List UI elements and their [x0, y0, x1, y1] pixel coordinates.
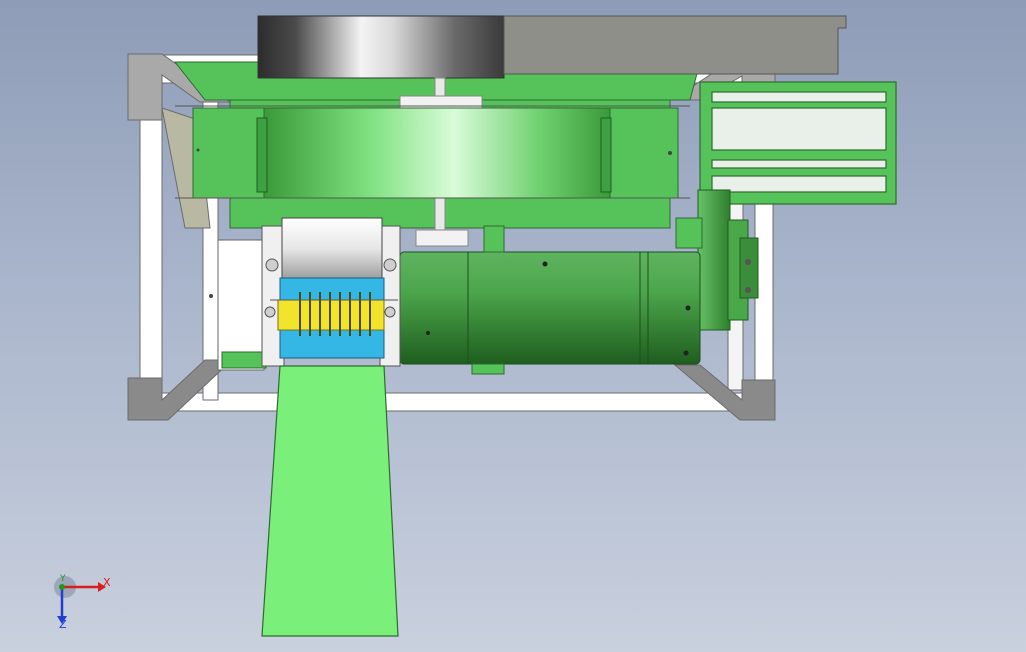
motor-flange[interactable] [697, 189, 759, 331]
y-axis-label: Y [60, 574, 66, 584]
motor-foot [471, 363, 505, 375]
motor-mount-right [675, 217, 703, 249]
belt-guard[interactable] [503, 15, 847, 75]
cutter-assembly[interactable] [261, 217, 401, 367]
shaft-collar-bottom [415, 229, 469, 247]
bearing-block-foot [221, 351, 267, 369]
frame-bottom-rail [159, 392, 771, 412]
z-axis-label: Z [59, 618, 67, 631]
x-axis-label: X [103, 576, 111, 589]
bearing-block [217, 239, 265, 371]
cad-viewport[interactable]: X Y Z [0, 0, 1026, 652]
right-bracket[interactable] [699, 81, 897, 205]
discharge-chute[interactable] [261, 365, 399, 637]
drum[interactable] [175, 105, 690, 199]
coordinate-triad: X Y Z [40, 560, 130, 640]
flywheel[interactable] [257, 15, 505, 79]
motor[interactable] [399, 251, 701, 365]
machine-model[interactable] [0, 0, 1026, 652]
feed-roller [281, 217, 383, 281]
motor-mount-top [483, 225, 505, 253]
